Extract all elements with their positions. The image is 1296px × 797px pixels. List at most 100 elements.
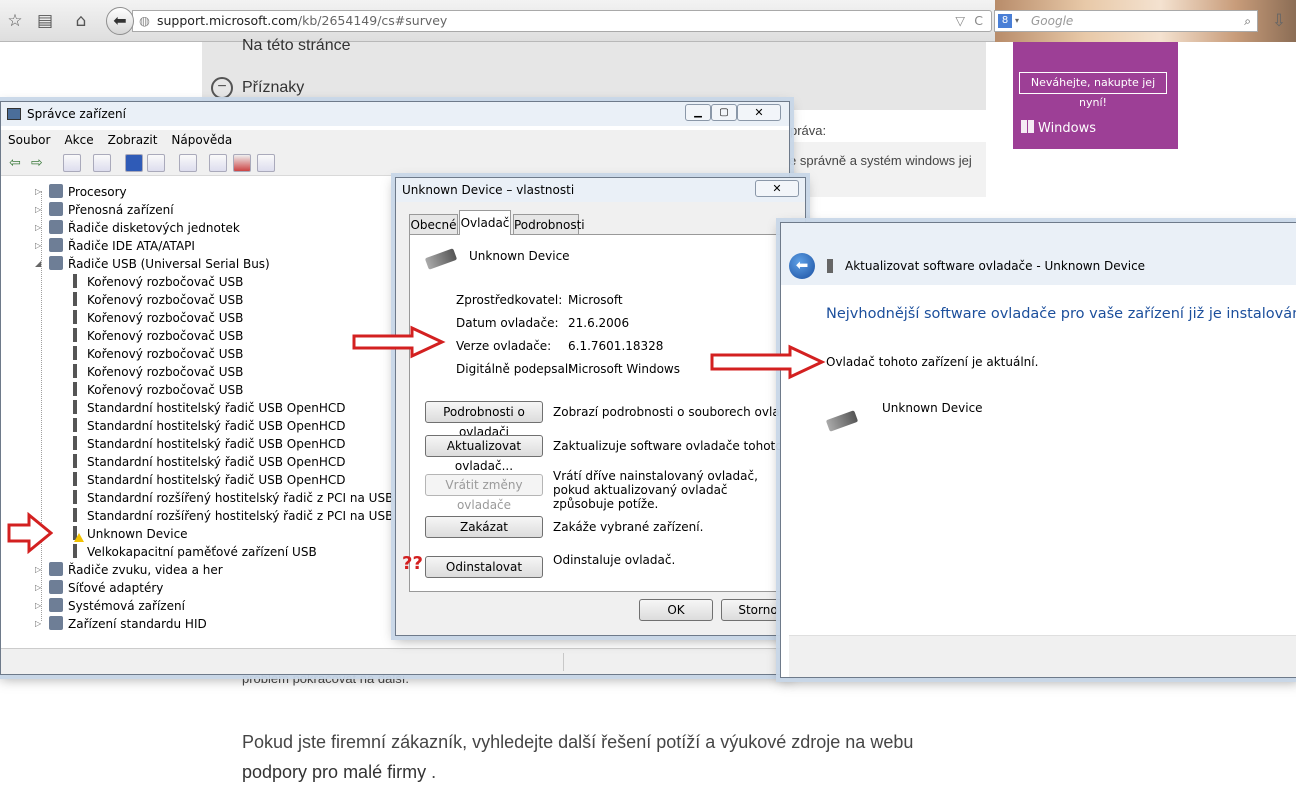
disable-button[interactable]: Zakázat [425,516,543,538]
tree-item-label: Přenosná zařízení [68,203,174,217]
device-category-icon [49,220,63,234]
ok-button[interactable]: OK [639,599,713,621]
globe-icon: ◍ [139,13,150,28]
driver-details-button[interactable]: Podrobnosti o ovladači [425,401,543,439]
disable-icon[interactable] [257,154,275,172]
tree-item[interactable]: ▷ Procesory [35,183,127,201]
scan-hardware-icon[interactable] [179,154,197,172]
rollback-driver-desc: Vrátí dříve nainstalovaný ovladač, pokud… [553,469,758,511]
section-symptoms-label: Příznaky [242,79,305,96]
update-driver-button[interactable]: Aktualizovat ovladač... [425,435,543,473]
tree-item[interactable]: Kořenový rozbočovač USB [68,363,243,381]
tree-item[interactable]: Standardní hostitelský řadič USB OpenHCD [68,471,346,489]
tree-item[interactable]: Standardní hostitelský řadič USB OpenHCD [68,435,346,453]
close-button[interactable]: ✕ [737,104,781,121]
back-button[interactable]: ⬅ [106,7,134,35]
driver-version-value: 6.1.7601.18328 [568,339,664,353]
tab-details[interactable]: Podrobnosti [513,214,585,234]
tab-driver[interactable]: Ovladač [459,210,511,235]
tree-item[interactable]: ▷ Řadiče zvuku, videa a her [35,561,223,579]
small-business-link[interactable]: podpory pro malé firmy [242,762,426,782]
help-icon[interactable] [125,154,143,172]
tree-item[interactable]: Kořenový rozbočovač USB [68,327,243,345]
tree-item[interactable]: Standardní hostitelský řadič USB OpenHCD [68,399,346,417]
download-icon[interactable]: ⇩ [1268,10,1290,32]
annotation-arrow-version [352,325,446,359]
tree-item[interactable]: ▷ Řadiče IDE ATA/ATAPI [35,237,195,255]
tree-item[interactable]: Standardní hostitelský řadič USB OpenHCD [68,417,346,435]
tree-item[interactable]: ◢ Řadiče USB (Universal Serial Bus) [35,255,270,273]
menu-soubor[interactable]: Soubor [1,130,57,150]
home-icon[interactable]: ⌂ [70,10,92,32]
update-driver-icon[interactable] [209,154,227,172]
tree-item[interactable]: ▷ Zařízení standardu HID [35,615,207,633]
properties-icon[interactable] [93,154,111,172]
status-bar [1,648,789,674]
tree-item[interactable]: Standardní hostitelský řadič USB OpenHCD [68,453,346,471]
search-placeholder: Google [1031,14,1074,28]
minimize-button[interactable]: ▁ [685,104,711,121]
tree-item-label: Kořenový rozbočovač USB [87,275,244,289]
driver-details-desc: Zobrazí podrobnosti o souborech ovladače… [553,405,813,419]
console-tree-icon[interactable] [63,154,81,172]
tree-item[interactable]: Standardní rozšířený hostitelský řadič z… [68,489,393,507]
url-path: /kb/2654149/cs#survey [297,13,448,28]
menu-akce[interactable]: Akce [57,130,100,150]
tree-item[interactable]: ▷ Systémová zařízení [35,597,185,615]
tree-item[interactable]: Kořenový rozbočovač USB [68,273,243,291]
section-on-page-label: Na této stránce [242,37,351,54]
tree-item[interactable]: Kořenový rozbočovač USB [68,381,243,399]
tree-item[interactable]: Kořenový rozbočovač USB [68,345,243,363]
back-arrow-icon: ⬅ [113,11,127,30]
disable-desc: Zakáže vybrané zařízení. [553,520,704,534]
tree-item[interactable]: Standardní rozšířený hostitelský řadič z… [68,507,393,525]
toolbar: ⇦ ⇨ [1,150,789,176]
wizard-message: Ovladač tohoto zařízení je aktuální. [826,355,1039,369]
search-input[interactable]: 8 ▾ Google ⌕ [994,10,1258,32]
tree-item[interactable]: ▷ Přenosná zařízení [35,201,174,219]
tree-item-label: Systémová zařízení [68,599,185,613]
back-icon[interactable]: ⇦ [9,154,27,172]
uninstall-button[interactable]: Odinstalovat [425,556,543,578]
bookmark-star-icon[interactable]: ☆ [4,10,26,32]
tree-item-label: Standardní hostitelský řadič USB OpenHCD [87,437,346,451]
tree-item-label: Procesory [68,185,127,199]
maximize-button[interactable]: ▢ [711,104,737,121]
menu-zobrazit[interactable]: Zobrazit [101,130,165,150]
tree-item[interactable]: Velkokapacitní paměťové zařízení USB [68,543,317,561]
tree-item-label: Kořenový rozbočovač USB [87,365,244,379]
search-engine-dropdown-icon[interactable]: ▾ [1015,11,1019,31]
tree-item[interactable]: Kořenový rozbočovač USB [68,291,243,309]
wizard-usb-device-icon [825,410,859,432]
driver-version-label: Verze ovladače: [456,339,552,353]
tab-general[interactable]: Obecné [409,214,458,234]
address-bar[interactable]: ◍ support.microsoft.com/kb/2654149/cs#su… [132,10,992,32]
device-manager-titlebar[interactable]: Správce zařízení ▁ ▢ ✕ [1,102,789,126]
device-category-icon [49,256,63,270]
buy-now-button[interactable]: Neváhejte, nakupte jej nyní! [1019,72,1167,109]
menu-napoveda[interactable]: Nápověda [164,130,239,150]
rollback-driver-button[interactable]: Vrátit změny ovladače [425,474,543,512]
dropdown-icon[interactable]: ▽ [955,11,965,31]
uninstall-icon[interactable] [233,154,251,172]
usb-plug-icon [68,490,82,504]
usb-device-icon [424,248,458,270]
question-marks-annotation: ?? [402,553,423,574]
reading-list-icon[interactable]: ▤ [34,10,56,32]
tree-item[interactable]: ▷ Síťové adaptéry [35,579,163,597]
tree-item[interactable]: ▷ Řadiče disketových jednotek [35,219,240,237]
device-category-icon [49,616,63,630]
section-on-page[interactable]: Na této stránce [202,38,986,66]
tree-item-label: Standardní rozšířený hostitelský řadič z… [87,509,394,523]
properties-close-button[interactable]: ✕ [755,180,799,197]
properties-dialog: Unknown Device – vlastnosti ✕ Obecné Ovl… [395,177,837,636]
reload-icon[interactable]: C [974,11,983,31]
properties-titlebar[interactable]: Unknown Device – vlastnosti ✕ [396,178,805,202]
forward-icon[interactable]: ⇨ [31,154,49,172]
view-icon[interactable] [147,154,165,172]
wizard-back-button[interactable]: ⬅ [789,253,815,279]
search-icon[interactable]: ⌕ [1244,11,1251,31]
tree-item-label: Velkokapacitní paměťové zařízení USB [87,545,317,559]
tree-item-unknown-device[interactable]: Unknown Device [68,525,188,543]
tree-item[interactable]: Kořenový rozbočovač USB [68,309,243,327]
